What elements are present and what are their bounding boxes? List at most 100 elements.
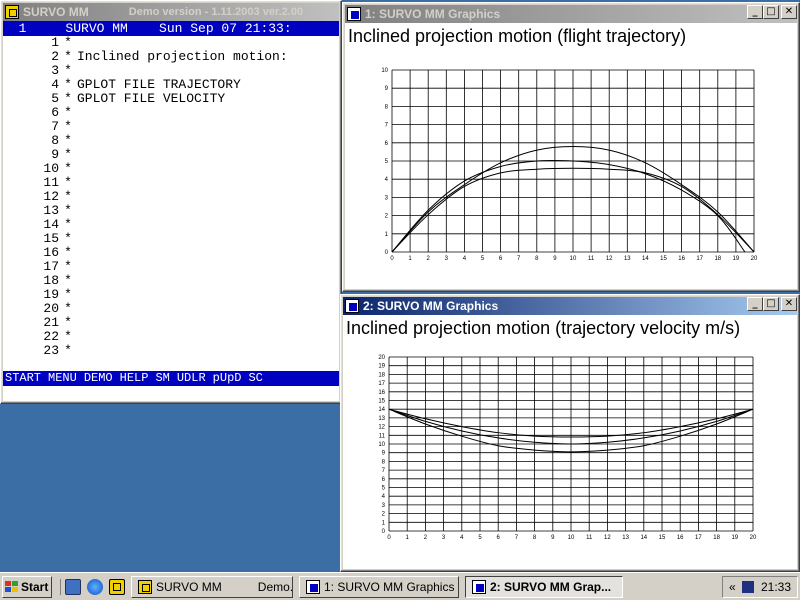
editor-line[interactable]: 19 * [3, 288, 339, 302]
line-number: 3 [51, 63, 59, 78]
y-tick-label: 10 [378, 442, 385, 448]
graphics1-window-buttons: _ □ ✕ [747, 5, 797, 19]
tray-network-icon[interactable] [742, 581, 755, 593]
close-button[interactable]: ✕ [781, 5, 797, 19]
task-button-1[interactable]: SURVO MM Demo... [131, 575, 293, 598]
y-tick-label: 1 [382, 520, 386, 526]
editor-line[interactable]: 22 * [3, 330, 339, 344]
x-tick-label: 3 [442, 535, 446, 541]
soft-key-sc[interactable]: SC [248, 371, 262, 385]
x-tick-label: 4 [460, 535, 464, 541]
editor-line[interactable]: 5 * GPLOT FILE VELOCITY [3, 92, 339, 106]
editor-line[interactable]: 7 * [3, 120, 339, 134]
soft-key-sm[interactable]: SM [155, 371, 169, 385]
survo-quicklaunch-icon[interactable] [109, 578, 125, 595]
x-tick-label: 5 [478, 535, 482, 541]
line-number: 2 [51, 49, 59, 64]
x-tick-label: 8 [533, 535, 537, 541]
editor-titlebar[interactable]: SURVO MM Demo version - 1.11.2003 ver.2.… [3, 3, 339, 21]
task-button-3[interactable]: 2: SURVO MM Grap... [465, 575, 623, 598]
editor-line[interactable]: 9 * [3, 148, 339, 162]
editor-line[interactable]: 1 * [3, 36, 339, 50]
editor-title: SURVO MM [23, 5, 89, 19]
line-text: GPLOT FILE VELOCITY [77, 91, 226, 106]
y-tick-label: 15 [378, 399, 385, 405]
y-tick-label: 6 [385, 141, 389, 147]
editor-line[interactable]: 20 * [3, 302, 339, 316]
graphics-window-1[interactable]: 1: SURVO MM Graphics _ □ ✕ Inclined proj… [342, 2, 800, 292]
x-tick-label: 1 [406, 535, 410, 541]
editor-line[interactable]: 2 * Inclined projection motion: [3, 50, 339, 64]
control-char: * [64, 161, 72, 176]
editor-line[interactable]: 21 * [3, 316, 339, 330]
control-char: * [64, 259, 72, 274]
internet-explorer-icon[interactable] [87, 578, 103, 595]
graphics2-titlebar[interactable]: 2: SURVO MM Graphics [343, 297, 797, 315]
line-number: 19 [43, 287, 59, 302]
y-tick-label: 11 [379, 433, 386, 439]
x-tick-label: 11 [588, 256, 595, 262]
y-tick-label: 9 [385, 86, 389, 92]
line-number: 18 [43, 273, 59, 288]
maximize-button[interactable]: □ [763, 297, 779, 311]
x-tick-label: 1 [408, 256, 412, 262]
editor-line[interactable]: 16 * [3, 246, 339, 260]
taskbar: Start SURVO MM Demo... 1: SURVO MM Graphic… [0, 572, 800, 600]
x-tick-label: 10 [570, 256, 577, 262]
soft-key-menu[interactable]: MENU [48, 371, 77, 385]
editor-line[interactable]: 4 * GPLOT FILE TRAJECTORY [3, 78, 339, 92]
y-tick-label: 19 [378, 364, 385, 370]
x-tick-label: 5 [481, 256, 485, 262]
survo-editor-window[interactable]: SURVO MM Demo version - 1.11.2003 ver.2.… [0, 0, 342, 404]
control-char: * [64, 273, 72, 288]
editor-line[interactable]: 18 * [3, 274, 339, 288]
editor-line[interactable]: 12 * [3, 190, 339, 204]
graphics-app-icon [347, 7, 361, 21]
editor-soft-keys[interactable]: START MENU DEMO HELP SM UDLR pUpD SC [3, 371, 339, 386]
desktop-icon[interactable] [65, 578, 81, 595]
x-tick-label: 15 [659, 535, 666, 541]
control-char: * [64, 343, 72, 358]
close-button[interactable]: ✕ [781, 297, 797, 311]
y-tick-label: 0 [385, 250, 389, 256]
line-text: Inclined projection motion: [77, 49, 288, 64]
line-number: 22 [43, 329, 59, 344]
clock[interactable]: 21:33 [761, 580, 791, 594]
maximize-button[interactable]: □ [763, 5, 779, 19]
line-number: 5 [51, 91, 59, 106]
editor-line[interactable]: 23 * [3, 344, 339, 358]
editor-line[interactable]: 3 * [3, 64, 339, 78]
soft-key-pupd[interactable]: pUpD [213, 371, 242, 385]
start-button[interactable]: Start [2, 575, 52, 598]
minimize-button[interactable]: _ [747, 297, 763, 311]
soft-key-help[interactable]: HELP [120, 371, 149, 385]
line-number: 16 [43, 245, 59, 260]
editor-line[interactable]: 11 * [3, 176, 339, 190]
editor-line[interactable]: 13 * [3, 204, 339, 218]
x-tick-label: 17 [696, 256, 703, 262]
graphics-app-icon [345, 299, 359, 313]
x-tick-label: 2 [424, 535, 428, 541]
editor-line[interactable]: 6 * [3, 106, 339, 120]
editor-line[interactable]: 17 * [3, 260, 339, 274]
soft-key-demo[interactable]: DEMO [84, 371, 113, 385]
control-char: * [64, 49, 72, 64]
editor-line[interactable]: 8 * [3, 134, 339, 148]
editor-lines[interactable]: 1 * 2 * Inclined projection motion: 3 * 4 * GPLOT… [3, 36, 339, 358]
control-char: * [64, 147, 72, 162]
editor-line[interactable]: 10 * [3, 162, 339, 176]
control-char: * [64, 315, 72, 330]
editor-line[interactable]: 15 * [3, 232, 339, 246]
editor-line[interactable]: 14 * [3, 218, 339, 232]
soft-key-start[interactable]: START [5, 371, 41, 385]
tray-expand-icon[interactable]: « [729, 580, 736, 594]
minimize-button[interactable]: _ [747, 5, 763, 19]
graphics1-titlebar[interactable]: 1: SURVO MM Graphics [345, 5, 797, 23]
y-tick-label: 2 [385, 214, 389, 220]
graphics1-window-title: 1: SURVO MM Graphics [365, 7, 501, 21]
task-button-2[interactable]: 1: SURVO MM Graphics [299, 575, 459, 598]
graphics-window-2[interactable]: 2: SURVO MM Graphics _ □ ✕ Inclined proj… [340, 294, 800, 572]
editor-client[interactable]: 1 SURVO MM Sun Sep 07 21:33: 1 * 2 * Incline… [3, 21, 339, 401]
soft-key-udlr[interactable]: UDLR [177, 371, 206, 385]
x-tick-label: 13 [622, 535, 629, 541]
